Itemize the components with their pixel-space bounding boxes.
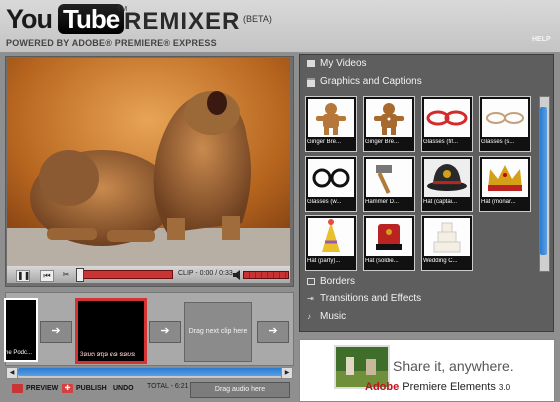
ad-brand: Adobe <box>365 381 400 393</box>
category-label: Borders <box>320 276 356 287</box>
ad-product-name-2: Elements <box>449 381 496 393</box>
hat-icon <box>424 159 470 197</box>
category-transitions[interactable]: ⇥ Transitions and Effects <box>307 292 421 306</box>
volume-slider[interactable] <box>243 271 289 279</box>
speaker-icon[interactable] <box>232 268 242 280</box>
logo-remixer: REMIXER <box>124 8 241 35</box>
logo-you: You <box>6 4 53 34</box>
graphic-thumb-label: Glasses (s... <box>481 139 515 145</box>
scrub-bar[interactable] <box>78 270 173 279</box>
graphic-thumb-label: Hat (party)... <box>307 258 341 264</box>
cake-icon <box>424 218 470 256</box>
category-label: Graphics and Captions <box>320 76 422 87</box>
ad-headline: Share it, anywhere. <box>393 358 514 374</box>
timeline-clip-label: he Podc... <box>5 350 33 356</box>
undo-button[interactable]: UNDO <box>113 382 134 396</box>
graphic-thumb-label: Glasses (w... <box>307 199 342 205</box>
graphic-thumb-label: Hat (soldie... <box>365 258 399 264</box>
graphic-thumb-label: Hat (monar... <box>481 199 516 205</box>
video-preview[interactable] <box>7 58 290 266</box>
scroll-right-icon[interactable]: ▶ <box>281 367 293 379</box>
glasses-icon <box>424 99 470 137</box>
category-borders[interactable]: Borders <box>307 275 355 289</box>
transition-icon: ⇥ <box>307 294 314 303</box>
graphic-thumb[interactable]: Glasses (w... <box>305 156 357 212</box>
clip-time: CLIP - 0:00 / 0:33 <box>178 270 233 277</box>
preview-icon[interactable] <box>12 384 23 393</box>
gingerbread-icon <box>308 99 354 137</box>
graphic-thumb-label: Wedding C... <box>423 258 458 264</box>
graphic-thumb[interactable]: Glasses (s... <box>479 96 531 152</box>
category-label: Music <box>320 311 347 322</box>
crown-icon <box>482 159 528 197</box>
graphic-thumb-label: Hammer D... <box>365 199 400 205</box>
graphic-thumb[interactable]: Ginger Bre... <box>305 96 357 152</box>
category-my-videos[interactable]: My Videos <box>307 57 367 71</box>
logo-tube: Tube <box>58 4 125 34</box>
pause-icon[interactable]: ❚❚ <box>16 270 30 282</box>
transition-slot[interactable]: ➔ <box>149 321 181 343</box>
graphic-thumb[interactable]: Hat (captai... <box>421 156 473 212</box>
skip-back-icon[interactable]: ⏮ <box>40 270 54 282</box>
graphics-grid: Ginger Bre... Ginger Bre... Glasses (fif… <box>305 96 535 271</box>
folder-icon <box>307 60 315 67</box>
powered-by: POWERED BY ADOBE® PREMIERE® EXPRESS <box>6 38 217 48</box>
hat-icon <box>366 218 412 256</box>
graphic-thumb[interactable]: Hat (party)... <box>305 215 357 271</box>
library-scroll-thumb[interactable] <box>540 107 547 255</box>
graphic-thumb[interactable]: Ginger Bre... <box>363 96 415 152</box>
graphic-thumb[interactable]: Wedding C... <box>421 215 473 271</box>
category-label: Transitions and Effects <box>320 293 422 304</box>
video-frame-image <box>7 58 290 266</box>
drop-clip-slot[interactable]: Drag next clip here <box>184 302 252 362</box>
graphic-thumb[interactable]: Hammer D... <box>363 156 415 212</box>
graphic-thumb[interactable]: Hat (monar... <box>479 156 531 212</box>
logo-beta: (BETA) <box>243 14 272 24</box>
publish-button[interactable]: PUBLISH <box>76 382 107 396</box>
gingerbread-icon <box>366 99 412 137</box>
transition-slot[interactable]: ➔ <box>40 321 72 343</box>
audio-drop-zone[interactable]: Drag audio here <box>190 382 290 398</box>
ad-version: 3.0 <box>498 383 511 392</box>
folder-open-icon <box>307 78 315 87</box>
category-music[interactable]: ♪ Music <box>307 310 346 324</box>
scissors-icon[interactable]: ✂ <box>60 270 72 280</box>
graphic-thumb-label: Ginger Bre... <box>365 139 400 145</box>
publish-icon[interactable]: ✚ <box>62 384 73 393</box>
graphic-thumb[interactable]: Hat (soldie... <box>363 215 415 271</box>
scrub-handle[interactable] <box>76 268 84 282</box>
graphic-thumb-label: Hat (captai... <box>423 199 458 205</box>
party-hat-icon <box>308 218 354 256</box>
ad-product: Adobe Premiere Elements 3.0 <box>365 381 510 393</box>
timeline-scroll-thumb[interactable] <box>18 368 284 376</box>
timeline-clip-label: 3ອນຕ ອຖອ ຄອ ຂອບຂ <box>80 352 136 358</box>
ad-product-name: Premiere <box>402 381 447 393</box>
graphic-thumb[interactable]: Glasses (fif... <box>421 96 473 152</box>
glasses-icon <box>482 99 528 137</box>
total-duration: TOTAL - 6:21 <box>147 383 189 390</box>
scroll-left-icon[interactable]: ◀ <box>6 367 18 379</box>
music-icon: ♪ <box>307 312 311 321</box>
preview-button[interactable]: PREVIEW <box>26 382 58 396</box>
category-label: My Videos <box>320 58 367 69</box>
transition-slot[interactable]: ➔ <box>257 321 289 343</box>
category-graphics[interactable]: Graphics and Captions <box>307 75 422 89</box>
glasses-icon <box>308 159 354 197</box>
graphic-thumb-label: Ginger Bre... <box>307 139 342 145</box>
graphic-thumb-label: Glasses (fif... <box>423 139 459 145</box>
help-link[interactable]: HELP <box>532 36 551 43</box>
hammer-icon <box>366 159 412 197</box>
border-icon <box>307 278 315 285</box>
